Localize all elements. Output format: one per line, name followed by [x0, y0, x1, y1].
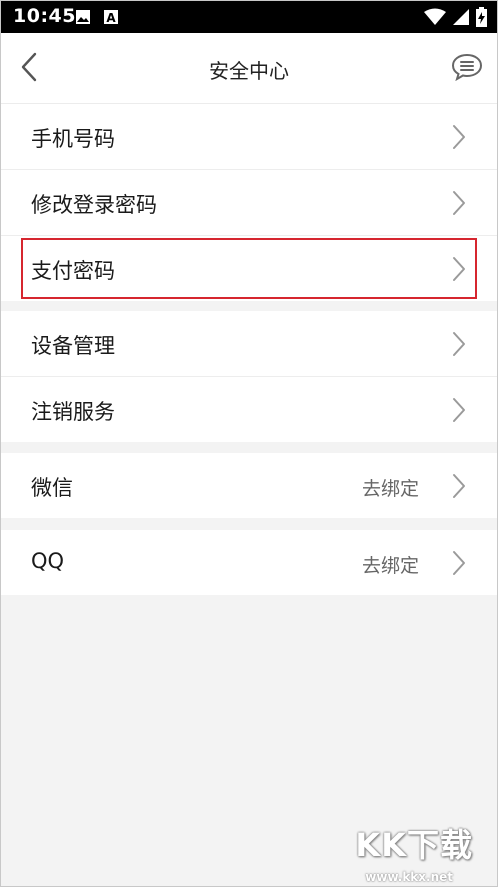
chevron-right-icon	[451, 124, 467, 150]
row-change-login-password[interactable]: 修改登录密码	[1, 170, 497, 236]
image-icon	[75, 9, 91, 29]
device-settings-group: 设备管理 注销服务	[1, 311, 497, 442]
chevron-right-icon	[451, 397, 467, 423]
bind-status: 去绑定	[361, 555, 419, 577]
bind-status: 去绑定	[361, 478, 419, 500]
svg-text:A: A	[106, 11, 116, 25]
account-settings-group: 手机号码 修改登录密码 支付密码	[1, 104, 497, 301]
row-label: 支付密码	[31, 259, 115, 283]
row-wechat[interactable]: 微信 去绑定	[1, 453, 497, 518]
chevron-right-icon	[451, 190, 467, 216]
security-center-screen: 10:45 A 安全中心 手机号码 修改登录密码 支付密码 设备管理 注销服务 …	[0, 0, 498, 887]
row-label: 修改登录密码	[31, 193, 157, 217]
message-icon	[451, 53, 483, 85]
row-label: 设备管理	[31, 334, 115, 358]
wifi-icon	[424, 8, 446, 30]
row-qq[interactable]: QQ 去绑定	[1, 530, 497, 595]
chevron-right-icon	[451, 550, 467, 576]
row-device-management[interactable]: 设备管理	[1, 311, 497, 377]
watermark: KK下载 www.kkx.net	[327, 824, 477, 884]
watermark-url: www.kkx.net	[365, 870, 453, 884]
watermark-brand: KK下载	[355, 826, 473, 864]
wechat-binding-group: 微信 去绑定	[1, 453, 497, 518]
a-notification-icon: A	[103, 9, 119, 29]
row-deactivate-service[interactable]: 注销服务	[1, 377, 497, 442]
battery-charging-icon	[476, 7, 487, 31]
page-title: 安全中心	[209, 59, 289, 83]
row-label: 微信	[31, 476, 73, 500]
row-label: 手机号码	[31, 127, 115, 151]
row-payment-password[interactable]: 支付密码	[1, 236, 497, 301]
signal-icon	[452, 8, 470, 30]
status-left-icons: A	[75, 9, 119, 29]
chevron-right-icon	[451, 256, 467, 282]
status-right-icons	[424, 7, 487, 31]
row-label: 注销服务	[31, 400, 115, 424]
status-time: 10:45	[13, 5, 76, 27]
qq-binding-group: QQ 去绑定	[1, 530, 497, 595]
message-button[interactable]	[449, 51, 485, 87]
row-label: QQ	[31, 549, 65, 573]
chevron-right-icon	[451, 331, 467, 357]
status-bar: 10:45 A	[1, 1, 497, 33]
header-bar: 安全中心	[1, 33, 497, 104]
row-phone-number[interactable]: 手机号码	[1, 104, 497, 170]
chevron-right-icon	[451, 473, 467, 499]
